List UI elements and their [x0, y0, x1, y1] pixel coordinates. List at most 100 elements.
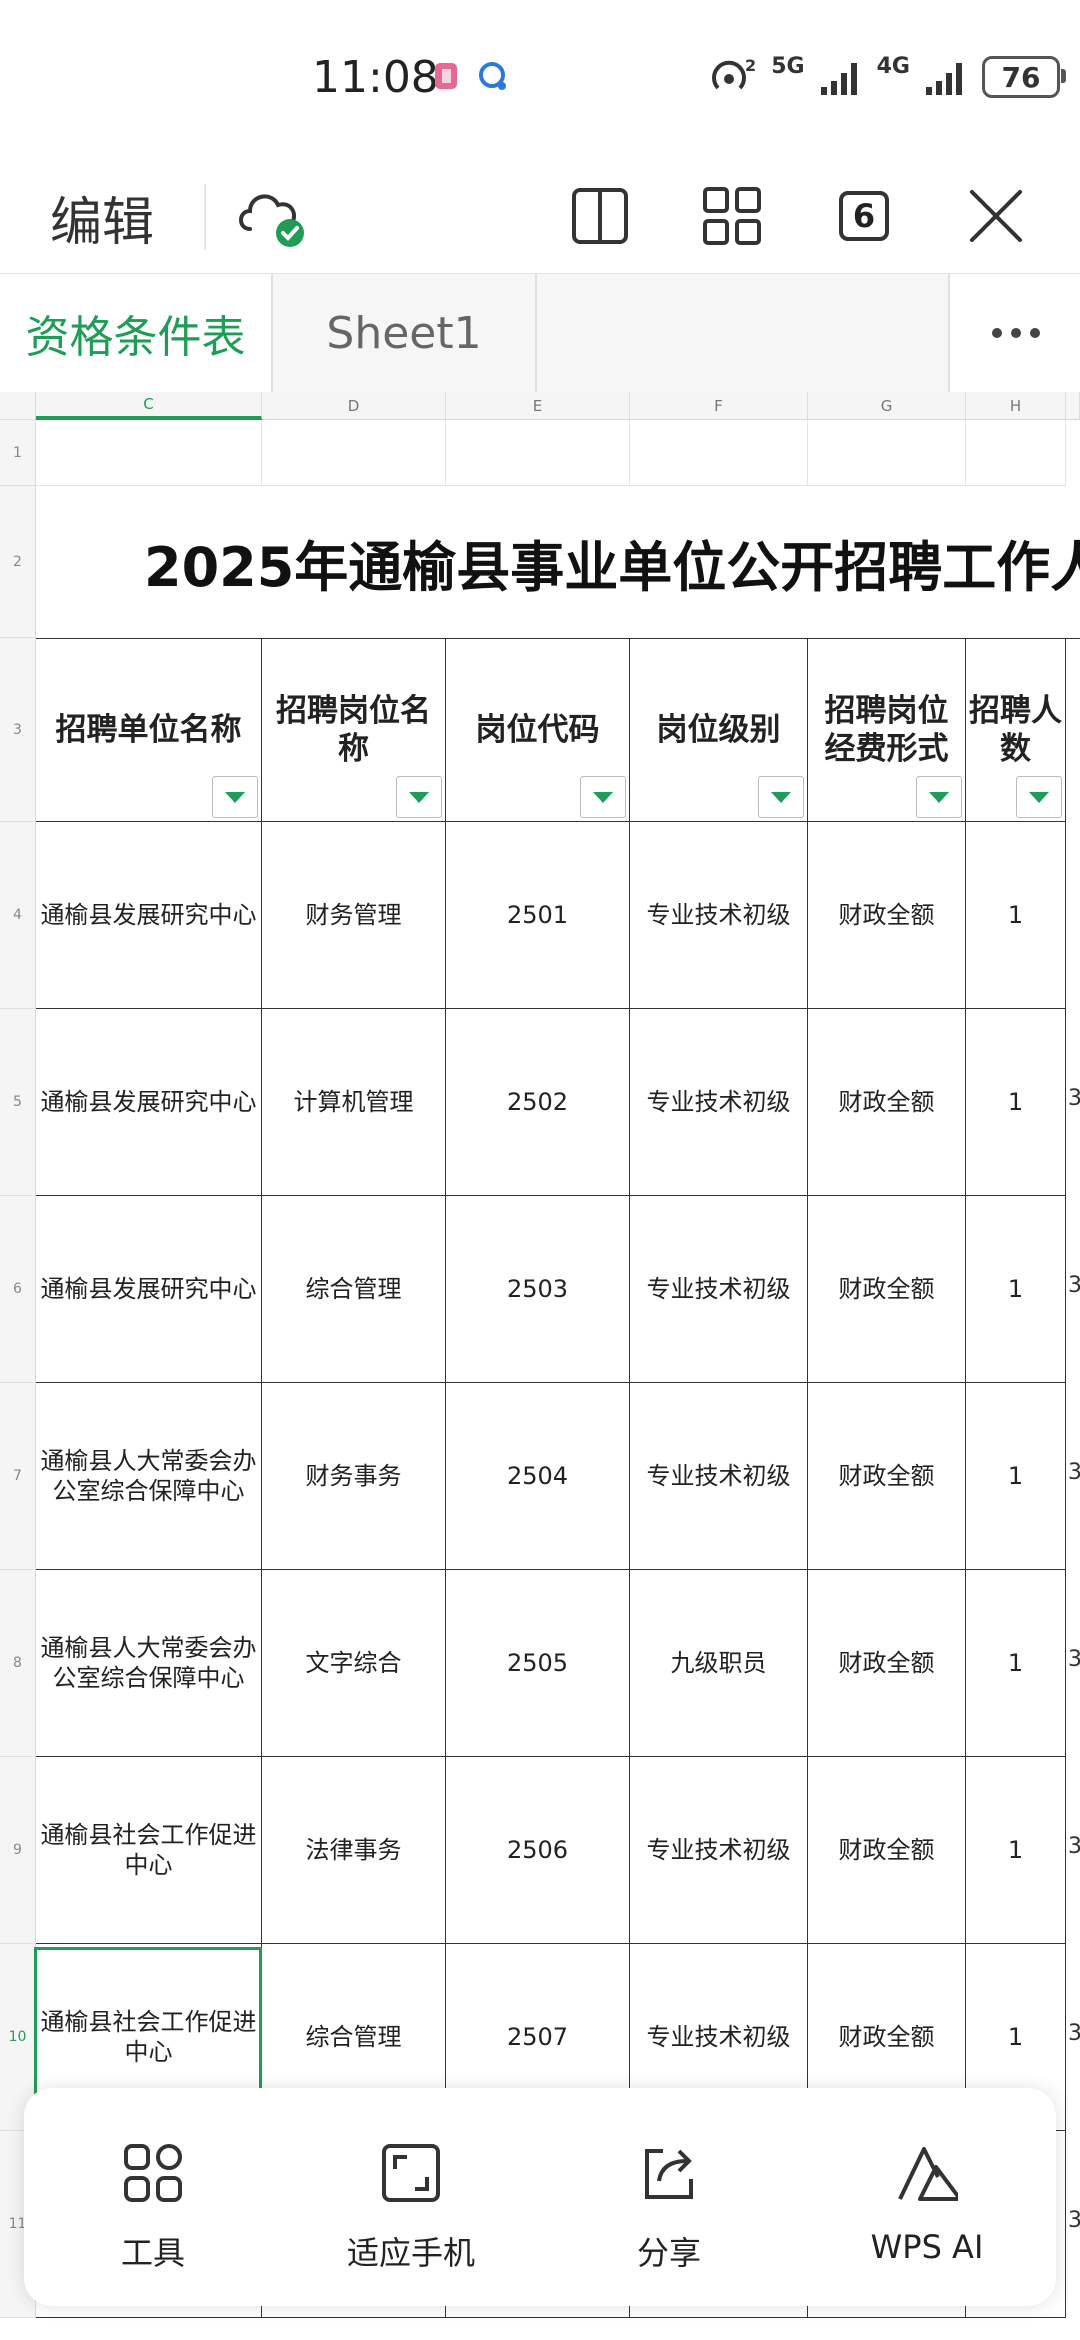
data-cell[interactable]: 计算机管理 [262, 1009, 446, 1196]
header-cell[interactable]: 招聘人数 [966, 638, 1066, 822]
filter-arrow-icon [409, 791, 429, 803]
data-cell[interactable]: 财政全额 [808, 1383, 966, 1570]
row-header-1[interactable]: 1 [0, 420, 36, 486]
row-header-4[interactable]: 4 [0, 822, 36, 1009]
data-cell[interactable]: 文字综合 [262, 1570, 446, 1757]
column-header-c[interactable]: C [36, 392, 262, 420]
filter-dropdown-button[interactable] [1016, 776, 1062, 818]
edit-button[interactable]: 编辑 [50, 180, 154, 255]
split-view-icon[interactable] [560, 176, 640, 256]
data-cell[interactable]: 1 [966, 1009, 1066, 1196]
grid-view-icon[interactable] [692, 176, 772, 256]
data-cell[interactable]: 通榆县发展研究中心 [36, 1196, 262, 1383]
row-header-5[interactable]: 5 [0, 1009, 36, 1196]
data-cell[interactable]: 财政全额 [808, 1196, 966, 1383]
data-cell[interactable]: 九级职员 [630, 1570, 808, 1757]
column-header-e[interactable]: E [446, 392, 630, 420]
filter-dropdown-button[interactable] [396, 776, 442, 818]
cell-empty[interactable] [966, 420, 1066, 486]
cell-text: 1 [1007, 1088, 1024, 1116]
data-cell[interactable]: 1 [966, 1196, 1066, 1383]
filter-dropdown-button[interactable] [758, 776, 804, 818]
row-header-8[interactable]: 8 [0, 1570, 36, 1757]
wps-ai-button[interactable]: WPS AI [798, 2088, 1056, 2306]
data-cell[interactable]: 通榆县发展研究中心 [36, 1009, 262, 1196]
filter-arrow-icon [929, 791, 949, 803]
data-cell[interactable]: 1 [966, 1570, 1066, 1757]
header-cell[interactable]: 招聘岗位经费形式 [808, 638, 966, 822]
toolbar: 编辑 6 [0, 160, 1080, 272]
share-button[interactable]: 分享 [540, 2088, 798, 2306]
header-cell[interactable]: 招聘岗位名称 [262, 638, 446, 822]
data-cell[interactable]: 2502 [446, 1009, 630, 1196]
header-cell[interactable]: 岗位级别 [630, 638, 808, 822]
data-cell[interactable]: 2505 [446, 1570, 630, 1757]
data-cell[interactable]: 专业技术初级 [630, 1009, 808, 1196]
row-header-3[interactable]: 3 [0, 638, 36, 822]
tools-button[interactable]: 工具 [24, 2088, 282, 2306]
data-cell[interactable]: 通榆县人大常委会办公室综合保障中心 [36, 1570, 262, 1757]
filter-arrow-icon [1029, 791, 1049, 803]
data-cell[interactable]: 财政全额 [808, 1570, 966, 1757]
sheet-title-cell[interactable]: 2025年通榆县事业单位公开招聘工作人员 [36, 486, 1080, 639]
data-cell[interactable]: 财务管理 [262, 822, 446, 1009]
cell-empty[interactable] [36, 420, 262, 486]
column-header-h[interactable]: H [966, 392, 1066, 420]
data-cell[interactable]: 通榆县发展研究中心 [36, 822, 262, 1009]
close-icon[interactable] [956, 176, 1036, 256]
row-header-6[interactable]: 6 [0, 1196, 36, 1383]
data-cell[interactable]: 2504 [446, 1383, 630, 1570]
cell-empty[interactable] [262, 420, 446, 486]
row-header-7[interactable]: 7 [0, 1383, 36, 1570]
data-cell[interactable]: 1 [966, 1383, 1066, 1570]
cell-text: 2501 [506, 901, 569, 929]
row-header-9[interactable]: 9 [0, 1757, 36, 1944]
cell-text: 1 [1007, 2023, 1024, 2051]
data-cell[interactable]: 财政全额 [808, 1009, 966, 1196]
data-cell[interactable]: 财政全额 [808, 822, 966, 1009]
data-cell[interactable]: 通榆县社会工作促进中心 [36, 1757, 262, 1944]
overflow-cell-fragment[interactable]: 3 [1066, 2004, 1080, 2064]
data-cell[interactable]: 1 [966, 1757, 1066, 1944]
data-cell[interactable]: 专业技术初级 [630, 1196, 808, 1383]
data-cell[interactable]: 综合管理 [262, 1196, 446, 1383]
cell-empty[interactable] [808, 420, 966, 486]
data-cell[interactable]: 财务事务 [262, 1383, 446, 1570]
data-cell[interactable]: 2506 [446, 1757, 630, 1944]
data-cell[interactable]: 2503 [446, 1196, 630, 1383]
overflow-cell-fragment[interactable]: 3 [1066, 2191, 1080, 2251]
overflow-cell-fragment[interactable]: 3 [1066, 1256, 1080, 1316]
data-cell[interactable]: 专业技术初级 [630, 822, 808, 1009]
filter-dropdown-button[interactable] [580, 776, 626, 818]
tab-count-button[interactable]: 6 [824, 176, 904, 256]
cell-empty[interactable] [446, 420, 630, 486]
data-cell[interactable]: 专业技术初级 [630, 1383, 808, 1570]
overflow-cell-fragment[interactable]: 3 [1066, 1443, 1080, 1503]
header-cell[interactable]: 岗位代码 [446, 638, 630, 822]
column-header-d[interactable]: D [262, 392, 446, 420]
overflow-cell-fragment[interactable]: 3 [1066, 1069, 1080, 1129]
row-header-2[interactable]: 2 [0, 486, 36, 638]
data-cell[interactable]: 2501 [446, 822, 630, 1009]
column-header-f[interactable]: F [630, 392, 808, 420]
filter-dropdown-button[interactable] [916, 776, 962, 818]
sheet-tab-qualification[interactable]: 资格条件表 [0, 274, 273, 392]
data-cell[interactable]: 财政全额 [808, 1757, 966, 1944]
corner-cell[interactable] [0, 392, 36, 420]
data-cell[interactable]: 通榆县人大常委会办公室综合保障中心 [36, 1383, 262, 1570]
data-cell[interactable]: 1 [966, 822, 1066, 1009]
sheet-tab-sheet1[interactable]: Sheet1 [273, 274, 537, 392]
data-cell[interactable]: 专业技术初级 [630, 1757, 808, 1944]
more-options-button[interactable] [948, 274, 1080, 392]
overflow-cell-fragment[interactable]: 3 [1066, 1630, 1080, 1690]
column-header-overflow[interactable] [1066, 392, 1080, 420]
cloud-sync-icon[interactable] [230, 176, 310, 256]
header-cell[interactable]: 招聘单位名称 [36, 638, 262, 822]
data-cell[interactable]: 法律事务 [262, 1757, 446, 1944]
fit-screen-button[interactable]: 适应手机 [282, 2088, 540, 2306]
filter-dropdown-button[interactable] [212, 776, 258, 818]
cell-empty[interactable] [630, 420, 808, 486]
overflow-cell-fragment[interactable]: 3 [1066, 1817, 1080, 1877]
spreadsheet-grid[interactable]: C D E F G H 1 2 3 4 5 6 7 8 9 10 11 2025年通榆县事业单位公开招聘工作人员招… [0, 392, 1080, 2340]
column-header-g[interactable]: G [808, 392, 966, 420]
